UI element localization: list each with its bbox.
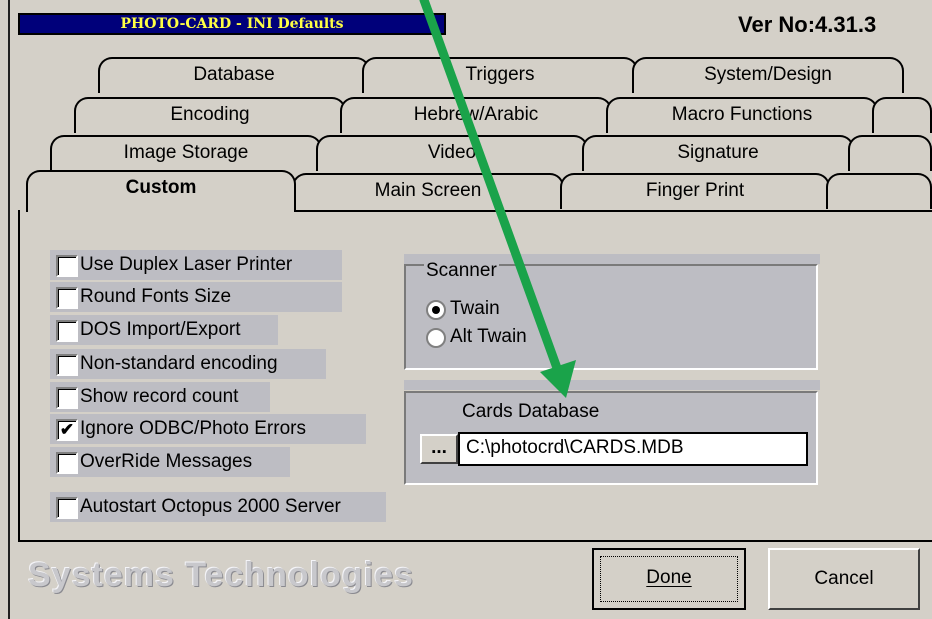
option-round-fonts-size[interactable]: Round Fonts Size [50, 282, 342, 312]
checkbox-icon[interactable] [56, 354, 78, 376]
cancel-button[interactable]: Cancel [768, 548, 920, 610]
checkbox-icon[interactable] [56, 255, 78, 277]
ini-defaults-dialog: PHOTO-CARD - INI Defaults Ver No:4.31.3 … [0, 0, 932, 619]
tab-macro-functions[interactable]: Macro Functions [606, 97, 878, 133]
brand-logo-text: Systems Technologies [28, 556, 414, 594]
tab-finger-print[interactable]: Finger Print [560, 173, 830, 209]
option-autostart-octopus-server[interactable]: Autostart Octopus 2000 Server [50, 492, 386, 522]
option-ignore-odbc-photo-errors[interactable]: ✔ Ignore ODBC/Photo Errors [50, 414, 366, 444]
tab-main-screen[interactable]: Main Screen [292, 173, 564, 209]
tab-divider [292, 210, 932, 212]
radio-selected-icon[interactable] [426, 300, 446, 320]
done-label: Done [646, 567, 692, 588]
tab-overflow[interactable] [826, 173, 932, 209]
version-label: Ver No:4.31.3 [738, 12, 877, 37]
option-use-duplex-laser-printer[interactable]: Use Duplex Laser Printer [50, 250, 342, 280]
cards-database-label: Cards Database [462, 401, 600, 422]
checkbox-icon[interactable] [56, 320, 78, 342]
tab-hebrew-arabic[interactable]: Hebrew/Arabic [340, 97, 612, 133]
tab-triggers[interactable]: Triggers [362, 57, 638, 93]
tab-database[interactable]: Database [98, 57, 370, 93]
footer-divider [18, 540, 932, 542]
checkbox-icon[interactable] [56, 387, 78, 409]
option-non-standard-encoding[interactable]: Non-standard encoding [50, 349, 326, 379]
option-show-record-count[interactable]: Show record count [50, 382, 270, 412]
tab-custom[interactable]: Custom [26, 170, 296, 212]
window-edge [8, 0, 10, 619]
cards-db-header-strip [404, 380, 820, 390]
cards-database-path-input[interactable]: C:\photocrd\CARDS.MDB [458, 432, 808, 466]
radio-icon[interactable] [426, 328, 446, 348]
tab-encoding[interactable]: Encoding [74, 97, 346, 133]
option-override-messages[interactable]: OverRide Messages [50, 447, 290, 477]
browse-button[interactable]: ... [420, 434, 458, 464]
checkbox-icon[interactable] [56, 287, 78, 309]
checkbox-icon[interactable] [56, 497, 78, 519]
tab-system-design[interactable]: System/Design [632, 57, 904, 93]
option-dos-import-export[interactable]: DOS Import/Export [50, 315, 278, 345]
title-bar: PHOTO-CARD - INI Defaults [18, 13, 446, 35]
tab-image-storage[interactable]: Image Storage [50, 135, 322, 171]
check-icon[interactable]: ✔ [56, 419, 78, 441]
window-title: PHOTO-CARD - INI Defaults [120, 16, 344, 32]
scanner-label: Scanner [424, 260, 499, 282]
tab-signature[interactable]: Signature [582, 135, 854, 171]
tab-overflow[interactable] [848, 135, 932, 171]
done-button[interactable]: Done [592, 548, 746, 610]
checkbox-icon[interactable] [56, 452, 78, 474]
tab-video[interactable]: Video [316, 135, 588, 171]
tab-overflow[interactable] [872, 97, 932, 133]
